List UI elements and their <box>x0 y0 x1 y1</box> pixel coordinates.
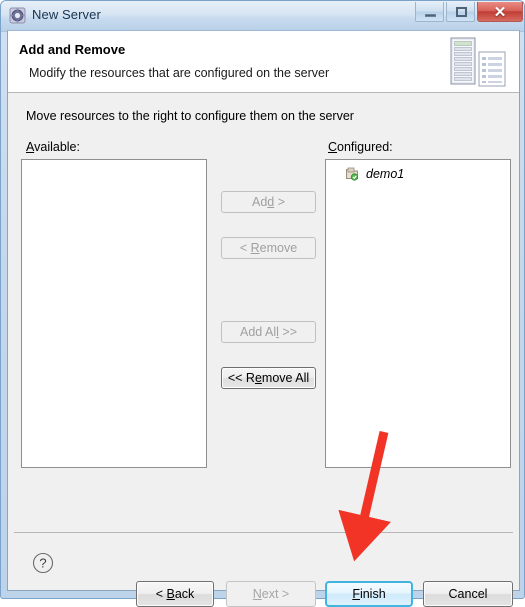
add-all-button[interactable]: Add All >> <box>221 321 316 343</box>
remove-all-button-pre: << R <box>227 371 255 385</box>
dialog-window: New Server ✕ Add and Remove Modify the r… <box>0 0 525 607</box>
remove-button-mnemonic: R <box>250 241 260 255</box>
configured-mnemonic: C <box>328 140 338 154</box>
configured-label-rest: onfigured: <box>337 140 393 154</box>
title-bar[interactable]: New Server ✕ <box>1 1 525 30</box>
available-mnemonic: A <box>26 140 35 154</box>
window-title: New Server <box>32 7 101 22</box>
server-and-document-icon <box>449 36 507 88</box>
remove-button-pre: < <box>239 241 251 255</box>
page-title: Add and Remove <box>19 42 126 57</box>
available-listbox[interactable] <box>21 159 207 468</box>
close-button[interactable]: ✕ <box>477 2 523 22</box>
finish-button[interactable]: Finish <box>325 581 413 607</box>
minimize-icon <box>425 14 436 17</box>
question-mark-icon[interactable]: ? <box>32 552 54 574</box>
minimize-button[interactable] <box>415 2 444 22</box>
maximize-button[interactable] <box>446 2 475 22</box>
server-wizard-icon <box>9 7 26 24</box>
add-button[interactable]: Add > <box>221 191 316 213</box>
footer-separator <box>14 532 513 533</box>
maximize-icon <box>456 7 467 17</box>
configured-listbox[interactable]: demo1 <box>325 159 511 468</box>
next-button[interactable]: Next > <box>226 581 316 607</box>
add-all-button-post: >> <box>278 325 297 339</box>
list-item-label: demo1 <box>366 167 405 181</box>
remove-button-post: emove <box>259 241 298 255</box>
add-button-pre: Ad <box>251 195 268 209</box>
add-button-post: > <box>274 195 286 209</box>
page-description: Modify the resources that are configured… <box>29 66 330 80</box>
available-label-rest: vailable: <box>34 140 80 154</box>
cancel-button[interactable]: Cancel <box>423 581 513 607</box>
remove-all-button[interactable]: << Remove All <box>221 367 316 389</box>
configured-list-label: Configured: <box>328 140 393 154</box>
remove-all-button-mnemonic: e <box>254 371 262 385</box>
web-module-icon <box>344 166 360 182</box>
svg-text:?: ? <box>39 556 46 571</box>
window-controls: ✕ <box>415 2 523 22</box>
wizard-header: Add and Remove Modify the resources that… <box>8 31 519 93</box>
add-all-button-pre: Add Al <box>240 325 277 339</box>
back-button[interactable]: < Back <box>136 581 214 607</box>
available-list-label: Available: <box>26 140 80 154</box>
remove-all-button-post: move All <box>261 371 310 385</box>
close-icon: ✕ <box>493 4 507 21</box>
dialog-client-area: Add and Remove Modify the resources that… <box>7 30 520 607</box>
remove-button[interactable]: < Remove <box>221 237 316 259</box>
list-item[interactable]: demo1 <box>326 164 510 184</box>
instruction-text: Move resources to the right to configure… <box>26 109 354 123</box>
